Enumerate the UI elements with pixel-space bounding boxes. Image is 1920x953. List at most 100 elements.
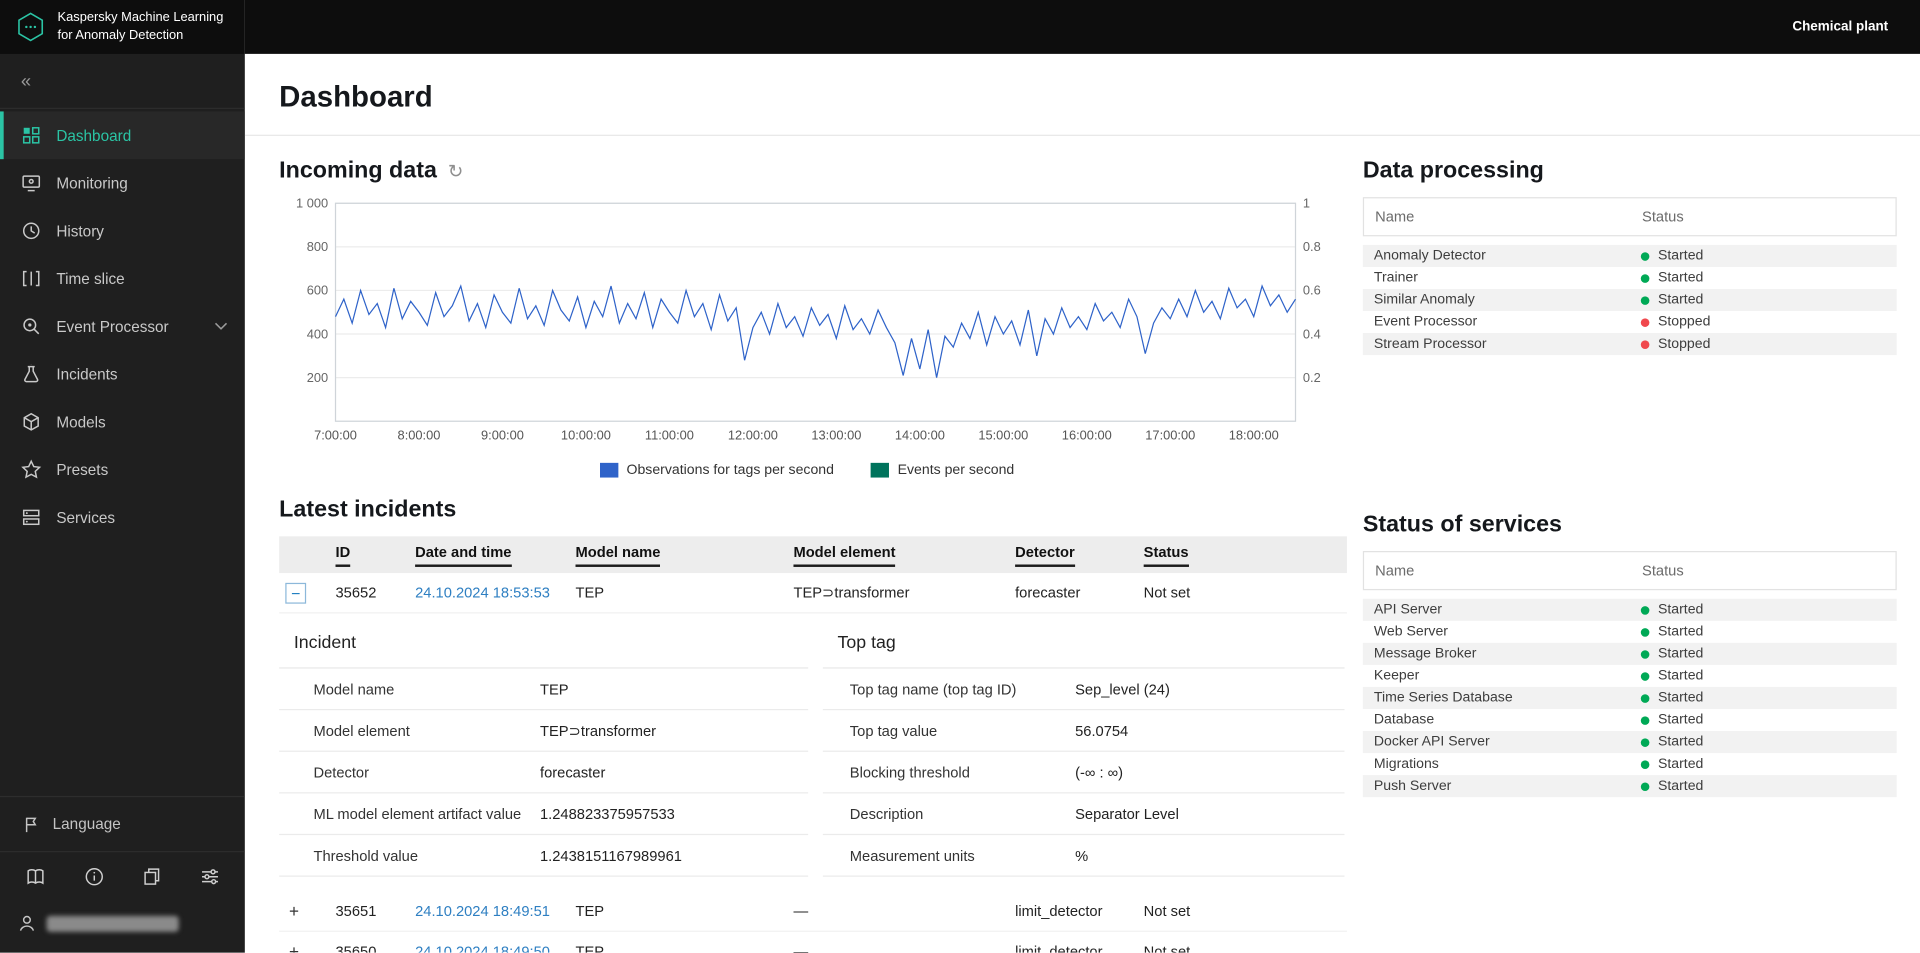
legend-item-observations: Observations for tags per second bbox=[599, 462, 834, 478]
incident-element: — bbox=[793, 902, 809, 920]
sidebar-item-event-processor[interactable]: Event Processor bbox=[0, 302, 245, 350]
incident-date-link[interactable]: 24.10.2024 18:49:51 bbox=[415, 902, 575, 919]
table-row: Web Server Started bbox=[1373, 624, 1704, 640]
table-row: Event Processor Stopped bbox=[1373, 314, 1711, 330]
incident-id: 35650 bbox=[335, 942, 377, 953]
sidebar-item-presets[interactable]: Presets bbox=[0, 446, 245, 494]
collapse-row-icon[interactable]: − bbox=[285, 582, 307, 604]
svg-text:7:00:00: 7:00:00 bbox=[314, 428, 357, 443]
title-divider bbox=[244, 134, 1920, 136]
table-row: Message Broker Started bbox=[1362, 642, 1897, 665]
status-dot bbox=[1640, 605, 1650, 615]
detail-row: Description Separator Level bbox=[822, 793, 1345, 836]
status-dot bbox=[1640, 781, 1650, 791]
user-account[interactable] bbox=[0, 901, 245, 952]
table-row: Anomaly Detector Started bbox=[1362, 244, 1897, 267]
book-icon bbox=[24, 867, 46, 887]
svg-text:600: 600 bbox=[307, 283, 328, 298]
sidebar-item-dashboard[interactable]: Dashboard bbox=[0, 111, 245, 160]
sidebar-item-services[interactable]: Services bbox=[0, 493, 245, 541]
sidebar-tools bbox=[0, 851, 245, 901]
data-processing-heading: Data processing bbox=[1362, 157, 1544, 184]
sidebar-item-label: Event Processor bbox=[56, 317, 169, 335]
sidebar-item-time-slice[interactable]: Time slice bbox=[0, 255, 245, 303]
svg-text:9:00:00: 9:00:00 bbox=[481, 428, 524, 443]
table-row: API Server Started bbox=[1362, 598, 1897, 621]
table-row: Keeper Started bbox=[1373, 668, 1704, 684]
sidebar: Kaspersky Machine Learning for Anomaly D… bbox=[0, 0, 245, 953]
status-dot bbox=[1640, 339, 1650, 349]
sidebar-item-label: Models bbox=[56, 413, 106, 431]
detail-row: Top tag name (top tag ID) Sep_level (24) bbox=[822, 669, 1345, 711]
right-column: Data processing Name Status Anomaly Dete… bbox=[1362, 153, 1897, 953]
incident-detail: Incident Model name TEP Model element TEP⊃… bbox=[279, 618, 1347, 877]
refresh-icon[interactable]: ↻ bbox=[448, 160, 463, 183]
incident-model: TEP bbox=[575, 942, 605, 953]
incident-date-link[interactable]: 24.10.2024 18:53:53 bbox=[415, 584, 575, 601]
event-processor-icon bbox=[21, 316, 42, 337]
incident-detector: forecaster bbox=[1015, 584, 1081, 602]
user-icon bbox=[17, 913, 37, 933]
svg-text:14:00:00: 14:00:00 bbox=[895, 428, 945, 443]
detail-row: Threshold value 1.2438151167989961 bbox=[279, 835, 809, 877]
reports-copy-button[interactable] bbox=[142, 867, 162, 887]
expand-row-icon[interactable]: + bbox=[289, 941, 299, 952]
services-status-section: Status of services Name Status API Serve… bbox=[1362, 512, 1897, 798]
svg-text:12:00:00: 12:00:00 bbox=[728, 428, 778, 443]
about-info-button[interactable] bbox=[84, 867, 104, 887]
col-id: ID bbox=[335, 543, 351, 567]
svg-text:18:00:00: 18:00:00 bbox=[1229, 428, 1279, 443]
table-row: Database Started bbox=[1373, 712, 1704, 728]
plant-selector[interactable]: Chemical plant bbox=[1792, 20, 1888, 35]
settings-button[interactable] bbox=[200, 867, 221, 887]
svg-text:16:00:00: 16:00:00 bbox=[1062, 428, 1112, 443]
svg-text:15:00:00: 15:00:00 bbox=[978, 428, 1028, 443]
incident-row[interactable]: − 35652 24.10.2024 18:53:53 TEP TEP⊃tran… bbox=[279, 573, 1347, 614]
chevron-down-icon bbox=[214, 322, 228, 331]
incident-id: 35652 bbox=[335, 584, 377, 602]
incident-row[interactable]: + 35650 24.10.2024 18:49:50 TEP — limit_… bbox=[279, 932, 1347, 953]
svg-text:0.2: 0.2 bbox=[1303, 370, 1321, 385]
incident-panel-title: Incident bbox=[279, 618, 809, 669]
main-area: Chemical plant Dashboard Incoming data ↻… bbox=[244, 0, 1920, 953]
sidebar-item-incidents[interactable]: Incidents bbox=[0, 350, 245, 398]
table-row: Similar Anomaly Started bbox=[1362, 288, 1897, 312]
incoming-data-chart-wrap: 1 000 1 800 0.8 600 0.6 400 0.4 200 0.2 7:00:00 8:0… bbox=[279, 196, 1335, 478]
status-dot bbox=[1640, 649, 1650, 659]
user-email-redacted bbox=[46, 915, 179, 932]
data-processing-section: Data processing Name Status Anomaly Dete… bbox=[1362, 157, 1897, 356]
info-icon bbox=[84, 867, 104, 887]
sidebar-collapse-button[interactable]: « bbox=[0, 54, 245, 109]
incident-status: Not set bbox=[1143, 942, 1191, 953]
dashboard-icon bbox=[21, 125, 42, 146]
svg-text:0.6: 0.6 bbox=[1303, 283, 1321, 298]
incoming-data-heading: Incoming data ↻ bbox=[279, 157, 464, 184]
incident-status: Not set bbox=[1143, 902, 1191, 920]
incident-row[interactable]: + 35651 24.10.2024 18:49:51 TEP — limit_… bbox=[279, 891, 1347, 932]
monitoring-icon bbox=[21, 173, 42, 194]
svg-text:13:00:00: 13:00:00 bbox=[811, 428, 861, 443]
detail-row: Model name TEP bbox=[279, 669, 809, 711]
language-button[interactable]: Language bbox=[0, 795, 245, 851]
sidebar-item-monitoring[interactable]: Monitoring bbox=[0, 159, 245, 207]
data-processing-rows: Anomaly Detector Started Trainer Started S… bbox=[1362, 244, 1897, 356]
time-slice-icon bbox=[21, 268, 42, 289]
sidebar-item-history[interactable]: History bbox=[0, 207, 245, 255]
svg-text:0.8: 0.8 bbox=[1303, 239, 1321, 254]
sidebar-item-label: Dashboard bbox=[56, 126, 132, 144]
expand-row-icon[interactable]: + bbox=[289, 901, 299, 921]
sidebar-item-models[interactable]: Models bbox=[0, 398, 245, 446]
incident-detector: limit_detector bbox=[1015, 902, 1103, 920]
language-label: Language bbox=[52, 815, 121, 833]
svg-text:0.4: 0.4 bbox=[1303, 326, 1321, 341]
top-tag-panel: Top tag Top tag name (top tag ID) Sep_lev… bbox=[822, 618, 1345, 877]
app-viewport: Kaspersky Machine Learning for Anomaly D… bbox=[0, 0, 1920, 953]
sidebar-item-label: Presets bbox=[56, 461, 109, 479]
incident-date-link[interactable]: 24.10.2024 18:49:50 bbox=[415, 943, 575, 953]
sidebar-menu: Dashboard Monitoring History Time slice … bbox=[0, 109, 245, 541]
presets-icon bbox=[21, 459, 42, 480]
incidents-icon bbox=[21, 364, 42, 385]
status-dot bbox=[1640, 759, 1650, 769]
manual-book-button[interactable] bbox=[24, 867, 46, 887]
chart-legend: Observations for tags per second Events … bbox=[279, 462, 1335, 478]
